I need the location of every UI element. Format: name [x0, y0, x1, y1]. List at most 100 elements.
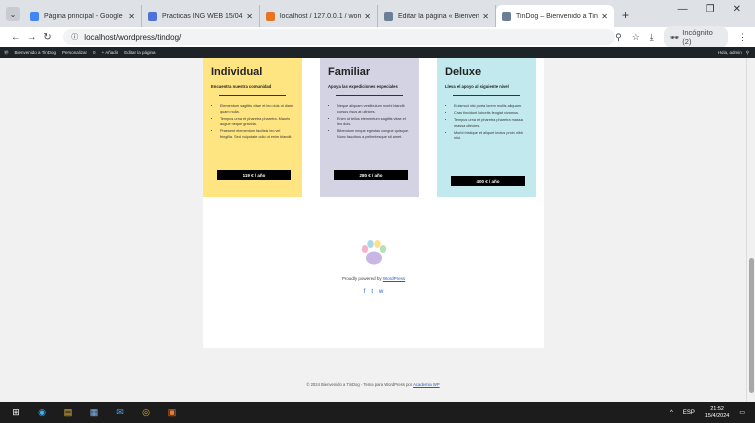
minimize-icon[interactable]: —	[678, 4, 688, 15]
edge-icon[interactable]: ◉	[32, 402, 52, 423]
zoom-icon[interactable]: ⚲	[615, 32, 622, 43]
page-viewport: Individual Encuentra nuestra comunidad E…	[0, 58, 746, 402]
divider	[336, 95, 403, 96]
chrome-icon[interactable]: ◎	[136, 402, 156, 423]
reload-icon[interactable]: ↻	[40, 32, 56, 43]
plan-card-individual: Individual Encuentra nuestra comunidad E…	[203, 58, 302, 197]
paw-logo-icon	[359, 238, 389, 268]
list-item: Neque aliquam vestibulum morbi blandit c…	[337, 104, 411, 115]
list-item: Bibendum neque egestas congue quisque. N…	[337, 129, 411, 140]
close-tab-icon[interactable]: ✕	[364, 12, 371, 21]
list-item: Praesent elementum facilisis leo vel fri…	[220, 129, 294, 140]
restore-icon[interactable]: ❐	[706, 4, 715, 15]
tab-google[interactable]: Página principal - Google D ✕	[24, 5, 142, 27]
scrollbar-thumb[interactable]	[749, 258, 754, 393]
tab-editar[interactable]: Editar la página « Bienvenid ✕	[378, 5, 496, 27]
file-explorer-icon[interactable]: ▤	[58, 402, 78, 423]
social-links: f t w	[203, 289, 544, 295]
system-tray: ^ ESP 21:52 15/4/2024 ▭	[670, 406, 755, 420]
price-button[interactable]: 119 € / año	[217, 170, 291, 180]
site-footer: Proudly powered by WordPress f t w	[203, 238, 544, 295]
list-item: Tempus urna et pharetra pharetra massa m…	[454, 118, 528, 129]
time: 21:52	[710, 405, 724, 412]
xampp-icon[interactable]: ▣	[162, 402, 182, 423]
plan-features: Euismod nisi porta lorem mollis aliquam.…	[445, 104, 528, 142]
tray-arrow-icon[interactable]: ^	[670, 410, 673, 416]
divider	[453, 95, 520, 96]
copyright: © 2024 Bienvenido a TinDog - Tema para W…	[0, 382, 746, 387]
twitter-icon[interactable]: t	[371, 289, 373, 295]
bookmark-star-icon[interactable]: ☆	[632, 32, 640, 43]
wp-comments-count[interactable]: 0	[93, 50, 96, 55]
forward-icon[interactable]: →	[24, 32, 40, 43]
docs-icon	[148, 11, 157, 21]
tab-title: Editar la página « Bienvenid	[398, 12, 480, 20]
tab-tindog[interactable]: TinDog – Bienvenido a TinD ✕	[496, 5, 614, 27]
plan-subtitle: Lleva el apoyo al siguiente nivel	[445, 84, 509, 89]
wp-customize-link[interactable]: Personalizar	[62, 50, 87, 55]
language-indicator[interactable]: ESP	[683, 410, 695, 416]
date: 15/4/2024	[704, 412, 730, 419]
plan-title: Deluxe	[445, 66, 482, 78]
plan-title: Familiar	[328, 66, 371, 78]
tab-phpmyadmin[interactable]: localhost / 127.0.0.1 / wordp ✕	[260, 5, 378, 27]
download-icon[interactable]: ⤓	[650, 32, 654, 43]
main-content: Individual Encuentra nuestra comunidad E…	[203, 58, 544, 348]
wordpress-icon[interactable]: w	[379, 289, 383, 295]
price-button[interactable]: 280 € / año	[334, 170, 408, 180]
wp-site-link[interactable]: Bienvenido a TinDog	[15, 50, 57, 55]
plan-features: Neque aliquam vestibulum morbi blandit c…	[328, 104, 411, 140]
back-icon[interactable]: ←	[8, 32, 24, 43]
wordpress-link[interactable]: WordPress	[383, 276, 405, 281]
wp-admin-bar: Ⓦ Bienvenido a TinDog Personalizar 0 + A…	[0, 47, 755, 58]
new-tab-button[interactable]: +	[622, 8, 629, 22]
plan-subtitle: Encuentra nuestra comunidad	[211, 84, 272, 89]
copyright-text: © 2024 Bienvenido a TinDog - Tema para W…	[306, 382, 413, 387]
wp-account-link[interactable]: Hola, admin	[718, 50, 742, 56]
wordpress-page-icon	[384, 11, 393, 21]
windows-start-icon[interactable]: ⊞	[6, 402, 26, 423]
tab-search-icon[interactable]: ⌄	[6, 7, 20, 21]
incognito-icon: 🕶	[669, 32, 680, 42]
toolbar-right: ⚲ ☆ ⤓ 🕶 Incógnito (2) ⋮	[615, 26, 755, 48]
powered-by: Proudly powered by WordPress	[203, 276, 544, 281]
menu-dots-icon[interactable]: ⋮	[738, 32, 747, 43]
tab-bar: ⌄ Página principal - Google D ✕ Practica…	[0, 0, 755, 27]
divider	[219, 95, 286, 96]
tab-practicas[interactable]: Practicas ING WEB 15/04 - G ✕	[142, 5, 260, 27]
academia-wp-link[interactable]: Academia WP	[413, 382, 440, 387]
wp-logo-icon[interactable]: Ⓦ	[4, 50, 9, 56]
tab-title: TinDog – Bienvenido a TinD	[516, 12, 599, 20]
incognito-button[interactable]: 🕶 Incógnito (2)	[663, 26, 729, 48]
wp-edit-page-link[interactable]: Editar la página	[124, 50, 155, 55]
tab-title: localhost / 127.0.0.1 / wordp	[280, 12, 362, 20]
close-window-icon[interactable]: ✕	[733, 4, 741, 15]
plan-features: Elementum sagittis vitae et leo duis ut …	[211, 104, 294, 140]
close-tab-icon[interactable]: ✕	[128, 12, 135, 21]
url-field[interactable]: ⓘ localhost/wordpress/tindog/	[63, 29, 616, 45]
list-item: Morbi tristique et aliquet lectus proin …	[454, 131, 528, 142]
page-scrollbar[interactable]	[746, 58, 755, 402]
clock[interactable]: 21:52 15/4/2024	[705, 406, 729, 420]
price-button[interactable]: 400 € / año	[451, 176, 525, 186]
notifications-icon[interactable]: ▭	[739, 409, 745, 416]
wp-add-new-link[interactable]: + Añadir	[102, 50, 119, 55]
list-item: Tempus urna et pharetra pharetra. Mauris…	[220, 117, 294, 128]
mail-icon[interactable]: ✉	[110, 402, 130, 423]
taskbar: ⊞ ◉ ▤ ▦ ✉ ◎ ▣ ^ ESP 21:52 15/4/2024 ▭	[0, 402, 755, 423]
list-item: Cras tincidunt lobortis feugiat vivamus.	[454, 111, 528, 117]
tab-title: Página principal - Google D	[44, 12, 126, 20]
facebook-icon[interactable]: f	[364, 289, 366, 295]
url-text: localhost/wordpress/tindog/	[84, 32, 182, 42]
site-info-icon[interactable]: ⓘ	[71, 32, 78, 42]
close-tab-icon[interactable]: ✕	[246, 12, 253, 21]
close-tab-icon[interactable]: ✕	[601, 12, 608, 21]
address-bar-row: ← → ↻ ⓘ localhost/wordpress/tindog/ ⚲ ☆ …	[0, 26, 755, 48]
store-icon[interactable]: ▦	[84, 402, 104, 423]
incognito-label: Incógnito (2)	[682, 28, 713, 46]
list-item: Enim ut tellus elementum sagittis vitae …	[337, 117, 411, 128]
close-tab-icon[interactable]: ✕	[482, 12, 489, 21]
wp-search-icon[interactable]: ⚲	[746, 50, 749, 56]
powered-text: Proudly powered by	[341, 276, 382, 281]
tab-title: Practicas ING WEB 15/04 - G	[162, 12, 243, 20]
